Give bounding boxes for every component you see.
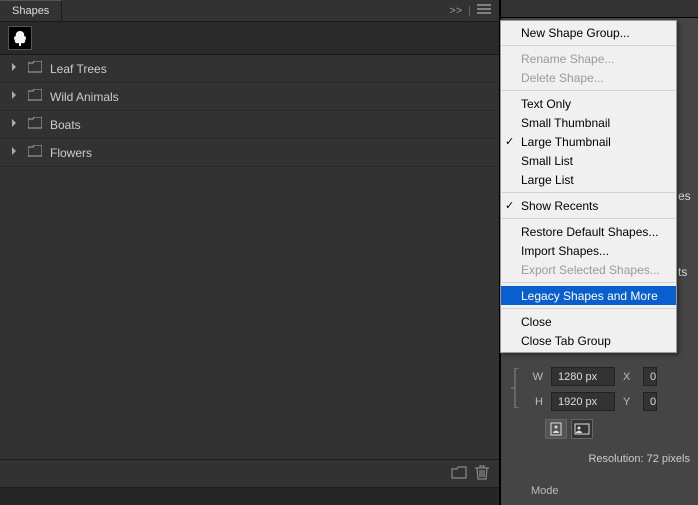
panel-menu-button[interactable]: [477, 4, 491, 17]
menu-item-rename-shape: Rename Shape...: [501, 49, 676, 68]
menu-separator: [502, 90, 675, 91]
folder-label: Boats: [50, 118, 81, 132]
height-row: H 1920 px Y 0: [529, 392, 657, 411]
menu-item-import-shapes[interactable]: Import Shapes...: [501, 241, 676, 260]
panel-context-menu: New Shape Group... Rename Shape... Delet…: [500, 20, 677, 353]
orientation-portrait-button[interactable]: [545, 419, 567, 439]
shape-preview-row: [0, 22, 499, 55]
menu-separator: [502, 282, 675, 283]
chevron-right-icon: [10, 119, 20, 130]
shapes-panel: Shapes >> |: [0, 0, 500, 505]
menu-separator: [502, 218, 675, 219]
landscape-icon: [574, 423, 590, 435]
mode-row: Mode: [511, 473, 694, 497]
panel-bottom-strip: [0, 487, 499, 505]
shapes-tab[interactable]: Shapes: [0, 0, 62, 21]
trash-icon[interactable]: [475, 464, 489, 483]
new-folder-icon[interactable]: [451, 465, 467, 482]
folder-row[interactable]: Leaf Trees: [0, 55, 499, 83]
x-label: X: [623, 371, 635, 383]
resolution-label: Resolution:: [588, 453, 643, 465]
menu-item-restore-default-shapes[interactable]: Restore Default Shapes...: [501, 222, 676, 241]
resolution-value: 72 pixels: [647, 453, 690, 465]
menu-item-new-shape-group[interactable]: New Shape Group...: [501, 23, 676, 42]
folder-row[interactable]: Boats: [0, 111, 499, 139]
panel-label-stub: es: [678, 186, 698, 206]
menu-item-small-list[interactable]: Small List: [501, 151, 676, 170]
width-field[interactable]: 1280 px: [551, 367, 615, 386]
height-label: H: [529, 396, 543, 408]
check-icon: ✓: [505, 135, 514, 148]
chevron-right-icon: [10, 91, 20, 102]
menu-item-show-recents[interactable]: ✓Show Recents: [501, 196, 676, 215]
menu-item-large-thumbnail[interactable]: ✓Large Thumbnail: [501, 132, 676, 151]
width-label: W: [529, 371, 543, 383]
y-label: Y: [623, 396, 635, 408]
panel-collapse-button[interactable]: >>: [449, 5, 462, 17]
width-row: W 1280 px X 0: [529, 367, 657, 386]
folder-icon: [28, 117, 42, 132]
chevron-right-icon: [10, 63, 20, 74]
link-dimensions-icon[interactable]: [511, 368, 521, 411]
shapes-folder-list: Leaf Trees Wild Animals Boats: [0, 55, 499, 459]
folder-icon: [28, 89, 42, 104]
menu-item-close[interactable]: Close: [501, 312, 676, 331]
menu-item-small-thumbnail[interactable]: Small Thumbnail: [501, 113, 676, 132]
menu-item-text-only[interactable]: Text Only: [501, 94, 676, 113]
menu-separator: [502, 45, 675, 46]
panel-header: Shapes >> |: [0, 0, 499, 22]
shape-thumbnail[interactable]: [8, 26, 32, 50]
folder-row[interactable]: Flowers: [0, 139, 499, 167]
chevron-right-icon: [10, 147, 20, 158]
x-field[interactable]: 0: [643, 367, 657, 386]
menu-item-export-selected-shapes: Export Selected Shapes...: [501, 260, 676, 279]
folder-label: Leaf Trees: [50, 62, 107, 76]
folder-label: Flowers: [50, 146, 92, 160]
menu-separator: [502, 308, 675, 309]
properties-panel: W 1280 px X 0 H 1920 px Y 0: [501, 359, 698, 505]
height-field[interactable]: 1920 px: [551, 392, 615, 411]
menu-item-delete-shape: Delete Shape...: [501, 68, 676, 87]
menu-separator: [502, 192, 675, 193]
portrait-icon: [550, 422, 562, 436]
menu-item-close-tab-group[interactable]: Close Tab Group: [501, 331, 676, 350]
menu-item-large-list[interactable]: Large List: [501, 170, 676, 189]
panel-label-stub: ts: [678, 262, 698, 282]
folder-icon: [28, 145, 42, 160]
folder-icon: [28, 61, 42, 76]
divider: |: [468, 5, 471, 17]
menu-item-legacy-shapes-and-more[interactable]: Legacy Shapes and More: [501, 286, 676, 305]
app-root: Shapes >> |: [0, 0, 698, 505]
panel-footer: [0, 459, 499, 487]
mode-label: Mode: [531, 485, 559, 497]
resolution-row: Resolution: 72 pixels: [511, 447, 694, 465]
orientation-landscape-button[interactable]: [571, 419, 593, 439]
check-icon: ✓: [505, 199, 514, 212]
folder-label: Wild Animals: [50, 90, 119, 104]
y-field[interactable]: 0: [643, 392, 657, 411]
right-panel-header: [501, 0, 698, 18]
tree-icon: [11, 29, 29, 47]
folder-row[interactable]: Wild Animals: [0, 83, 499, 111]
